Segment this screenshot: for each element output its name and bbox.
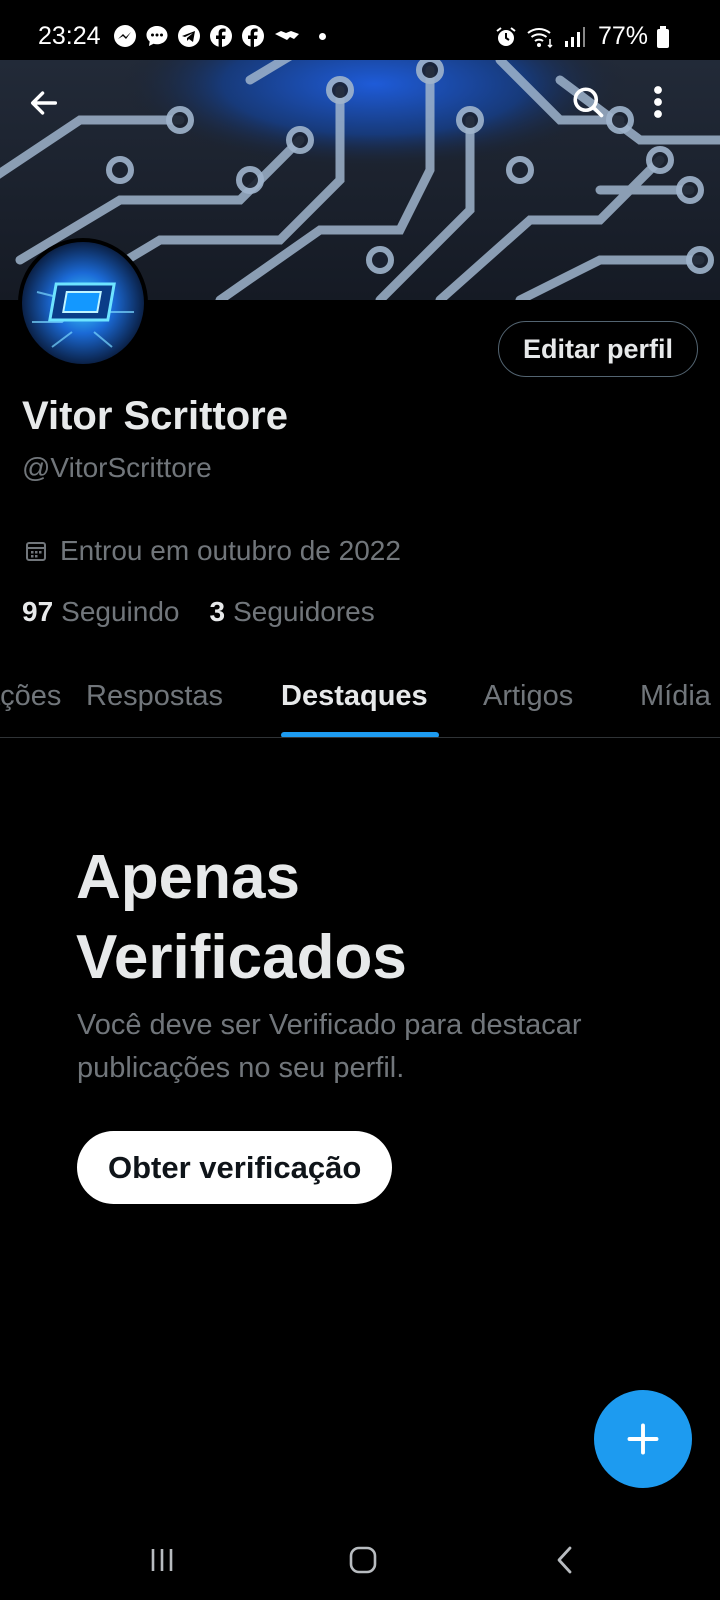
avatar-image <box>22 242 144 364</box>
following-count: 97 <box>22 596 54 627</box>
following-link[interactable]: 97 Seguindo <box>22 596 180 628</box>
status-time: 23:24 <box>38 22 101 50</box>
back-nav-button[interactable] <box>535 1532 595 1588</box>
system-nav-bar <box>0 1520 720 1600</box>
joined-text: Entrou em outubro de 2022 <box>60 535 401 566</box>
following-label: Seguindo <box>61 596 180 627</box>
back-icon <box>557 1546 572 1574</box>
empty-title-line2: Verificados <box>76 923 407 992</box>
tab-posts[interactable]: Publicações <box>0 680 61 713</box>
more-vertical-icon <box>654 86 662 118</box>
profile-tabs: Publicações Respostas Destaques Artigos … <box>0 660 720 738</box>
followers-label: Seguidores <box>233 596 375 627</box>
followers-link[interactable]: 3 Seguidores <box>210 596 375 628</box>
home-button[interactable] <box>333 1532 393 1588</box>
battery-percent: 77% <box>597 22 648 50</box>
empty-title-line1: Apenas <box>76 843 300 912</box>
status-bar: 23:24 77% <box>0 0 720 60</box>
tab-media[interactable]: Mídia <box>640 680 711 713</box>
edit-profile-button[interactable]: Editar perfil <box>497 321 698 377</box>
alarm-icon <box>496 26 516 46</box>
more-notifications-dot <box>319 32 326 40</box>
back-button[interactable] <box>27 86 71 130</box>
avatar[interactable] <box>18 238 148 368</box>
home-icon <box>349 1546 377 1574</box>
signal-icon <box>564 26 585 47</box>
profile-handle: @VitorScrittore <box>22 452 212 483</box>
profile-name: Vitor Scrittore <box>22 394 288 438</box>
get-verified-button[interactable]: Obter verificação <box>77 1131 393 1204</box>
telegram-icon <box>178 25 200 47</box>
followers-count: 3 <box>209 596 226 627</box>
compose-button[interactable] <box>594 1390 692 1488</box>
empty-desc-line2: publicações no seu perfil. <box>77 1052 405 1084</box>
empty-desc-line1: Você deve ser Verificado para destacar <box>77 1009 582 1041</box>
facebook-icon <box>210 25 232 47</box>
wifi-icon <box>527 27 553 48</box>
joined-date: Entrou em outubro de 2022 <box>24 535 401 567</box>
plus-icon <box>627 1423 659 1455</box>
tab-replies[interactable]: Respostas <box>86 680 223 713</box>
notification-icons <box>113 24 326 48</box>
calendar-icon <box>26 542 46 561</box>
follow-stats: 97 Seguindo 3 Seguidores <box>22 596 375 628</box>
facebook-icon <box>242 25 264 47</box>
recents-icon <box>151 1549 173 1571</box>
empty-state-title: Apenas Verificados <box>76 838 676 998</box>
arrow-left-icon <box>30 91 58 115</box>
handshake-icon <box>275 31 299 40</box>
search-button[interactable] <box>570 84 614 128</box>
more-options-button[interactable] <box>652 84 696 128</box>
recents-button[interactable] <box>132 1532 192 1588</box>
empty-state-description: Você deve ser Verificado para destacar p… <box>77 1004 677 1090</box>
messenger-icon <box>114 25 136 47</box>
search-icon <box>573 87 604 118</box>
active-tab-indicator <box>281 732 439 737</box>
battery-icon <box>657 25 669 48</box>
system-icons: 77% <box>494 22 670 51</box>
tab-articles[interactable]: Artigos <box>483 680 573 713</box>
tab-highlights[interactable]: Destaques <box>281 680 428 713</box>
chat-icon <box>146 26 168 46</box>
